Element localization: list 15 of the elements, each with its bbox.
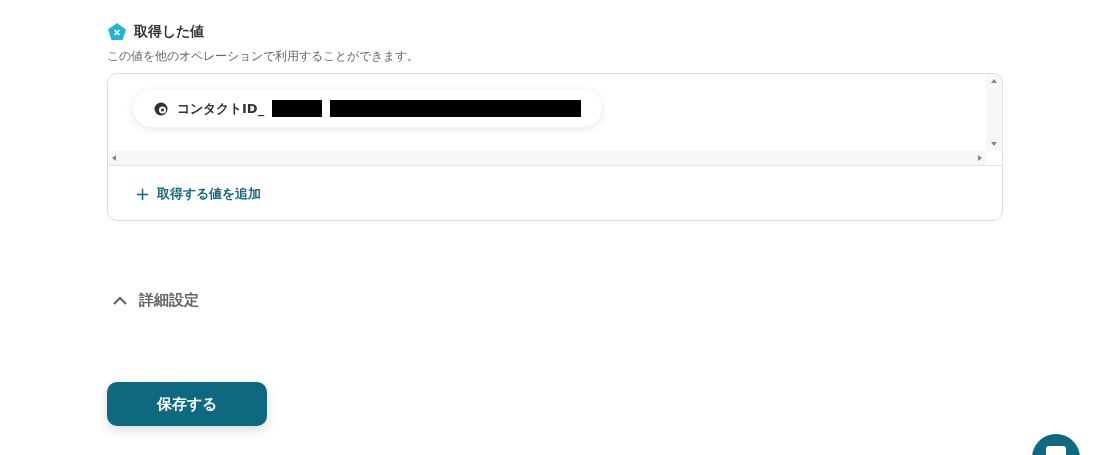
value-label: コンタクトID_ [177, 99, 265, 118]
vertical-scrollbar[interactable] [986, 74, 1002, 151]
scroll-down-icon[interactable] [990, 140, 998, 148]
scroll-right-icon[interactable] [976, 154, 984, 162]
value-chip[interactable]: コンタクトID_ [133, 90, 602, 127]
pentagon-icon [107, 22, 127, 42]
scroll-left-icon[interactable] [110, 154, 118, 162]
save-button[interactable]: 保存する [107, 382, 267, 426]
scroll-up-icon[interactable] [990, 77, 998, 85]
section-title: 取得した値 [134, 23, 204, 41]
chevron-up-icon [113, 296, 127, 305]
horizontal-scrollbar[interactable] [108, 151, 986, 165]
section-description: この値を他のオペレーションで利用することができます。 [107, 48, 420, 65]
add-value-button[interactable]: + 取得する値を追加 [135, 185, 262, 203]
advanced-settings-toggle[interactable]: 詳細設定 [113, 291, 199, 310]
